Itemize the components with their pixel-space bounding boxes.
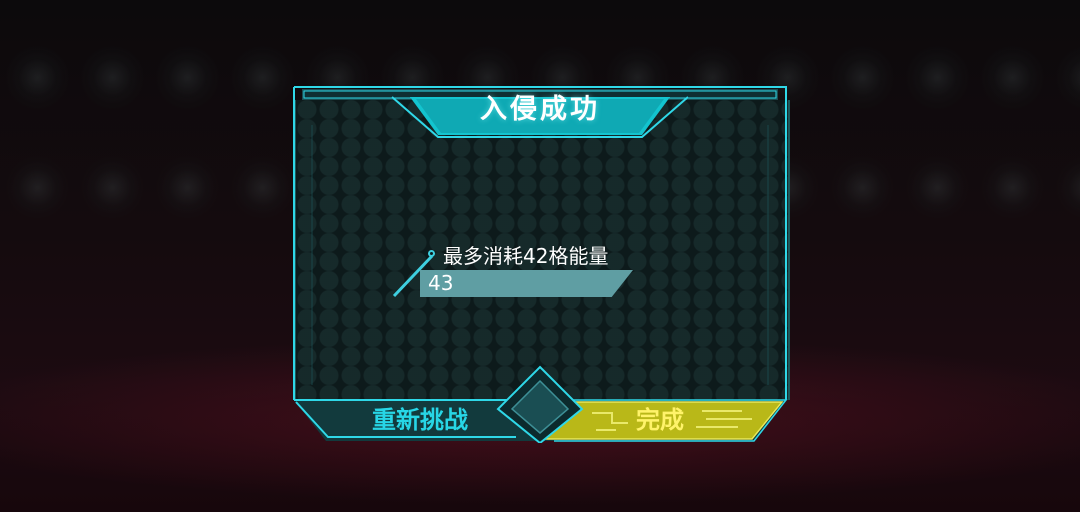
retry-button-label: 重新挑战 — [372, 406, 468, 434]
energy-value: 43 — [428, 271, 454, 295]
energy-requirement-label: 最多消耗42格能量 — [443, 244, 609, 268]
dialog-title: 入侵成功 — [480, 94, 600, 125]
pointer-dot-icon — [428, 250, 435, 257]
done-button-label: 完成 — [636, 406, 684, 434]
game-screen: 入侵成功 最多消耗42格能量 43 重新挑战 完成 — [0, 0, 1080, 512]
